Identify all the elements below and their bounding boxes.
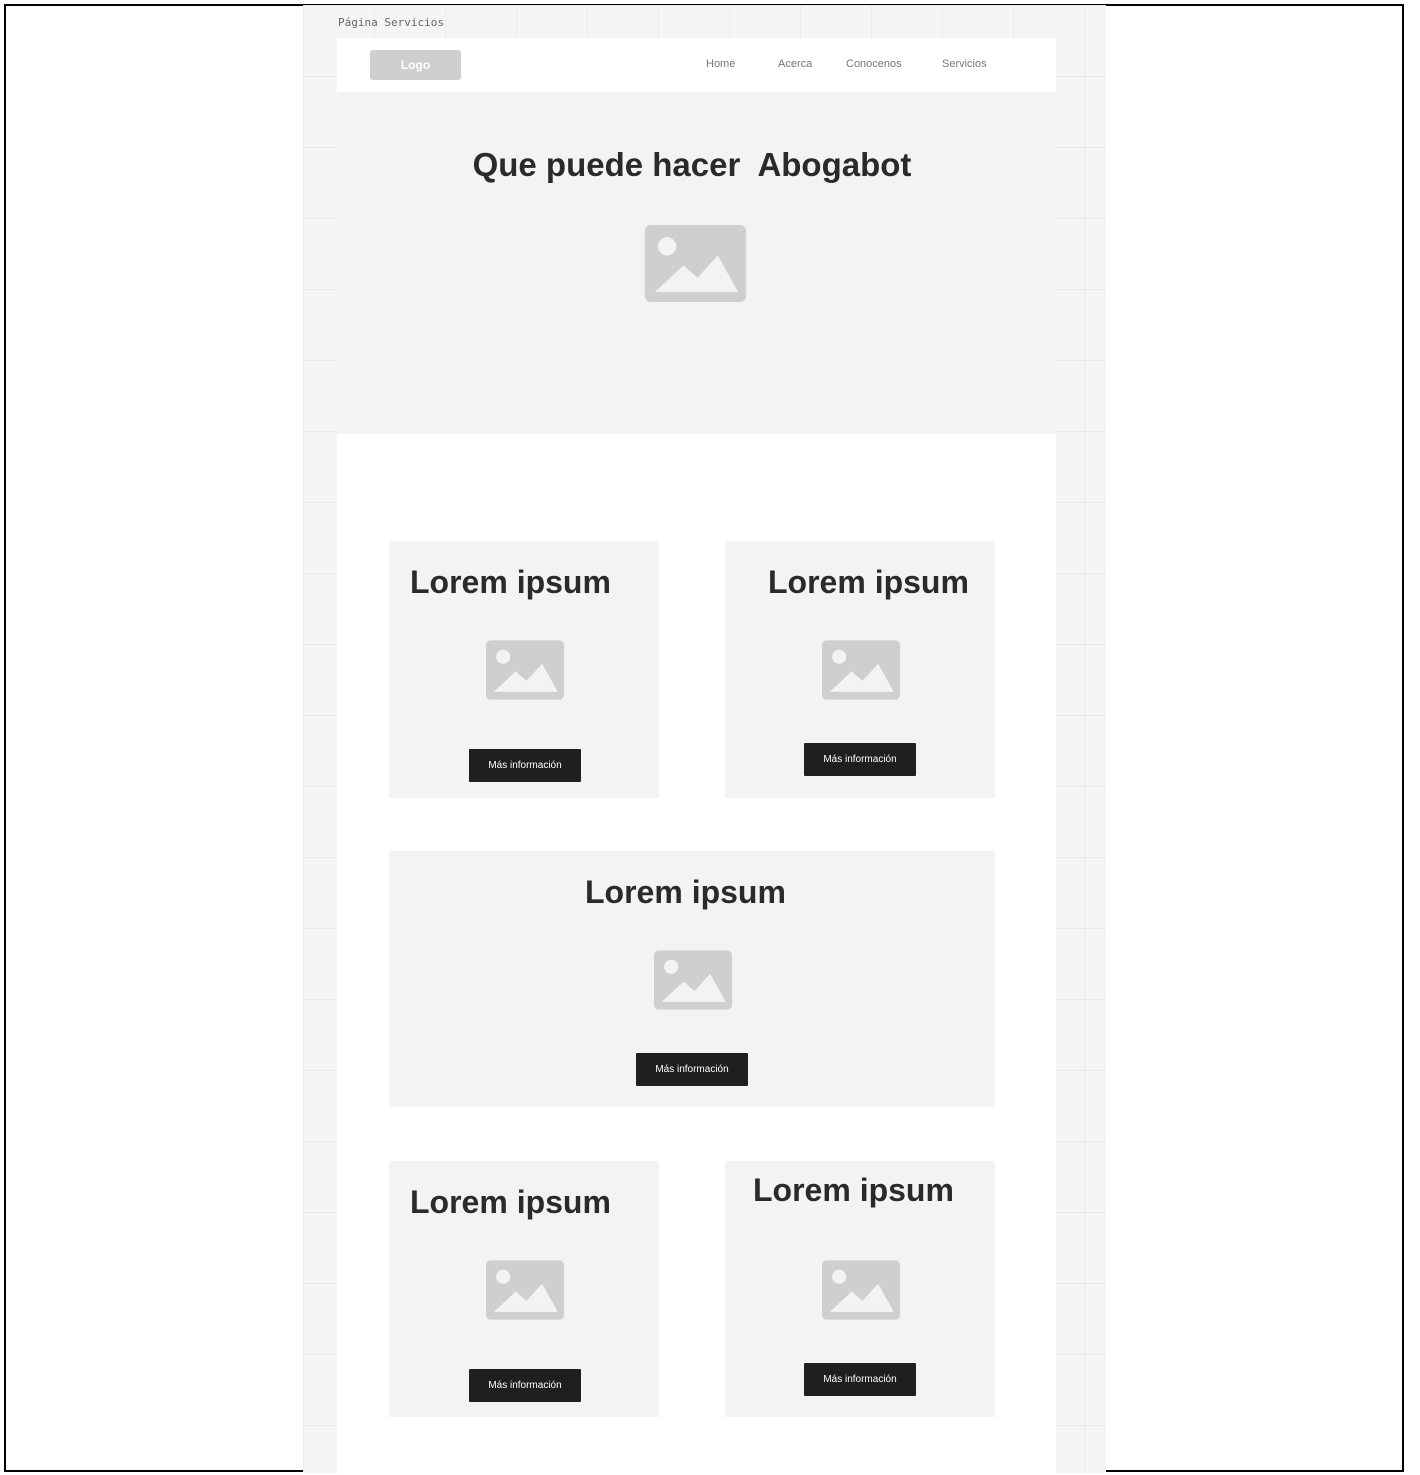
logo[interactable]: Logo [370, 50, 461, 80]
service-card-1-title: Lorem ipsum [410, 564, 611, 600]
service-card-5-title: Lorem ipsum [753, 1172, 954, 1208]
service-card-1-image-placeholder-icon [486, 640, 564, 700]
nav-link-conocenos[interactable]: Conocenos [846, 58, 902, 70]
service-card-2-more-info-button[interactable]: Más información [804, 743, 916, 776]
service-card-3-title: Lorem ipsum [585, 874, 786, 910]
service-card-4-title: Lorem ipsum [410, 1184, 611, 1220]
nav-link-home[interactable]: Home [706, 58, 735, 70]
service-card-3-more-info-button[interactable]: Más información [636, 1053, 748, 1086]
service-card-5-more-info-button[interactable]: Más información [804, 1363, 916, 1396]
hero-title: Que puede hacer Abogabot [472, 146, 912, 183]
service-card-4-image-placeholder-icon [486, 1260, 564, 1320]
service-card-2-image-placeholder-icon [822, 640, 900, 700]
nav-link-acerca[interactable]: Acerca [778, 58, 812, 70]
service-card-2-title: Lorem ipsum [768, 564, 969, 600]
service-card-3-image-placeholder-icon [654, 950, 732, 1010]
service-card-5-image-placeholder-icon [822, 1260, 900, 1320]
nav-link-servicios[interactable]: Servicios [942, 58, 987, 70]
frame-label: Página Servicios [338, 16, 444, 29]
service-card-4-more-info-button[interactable]: Más información [469, 1369, 581, 1402]
hero-image-placeholder-icon [644, 225, 747, 302]
service-card-1-more-info-button[interactable]: Más información [469, 749, 581, 782]
